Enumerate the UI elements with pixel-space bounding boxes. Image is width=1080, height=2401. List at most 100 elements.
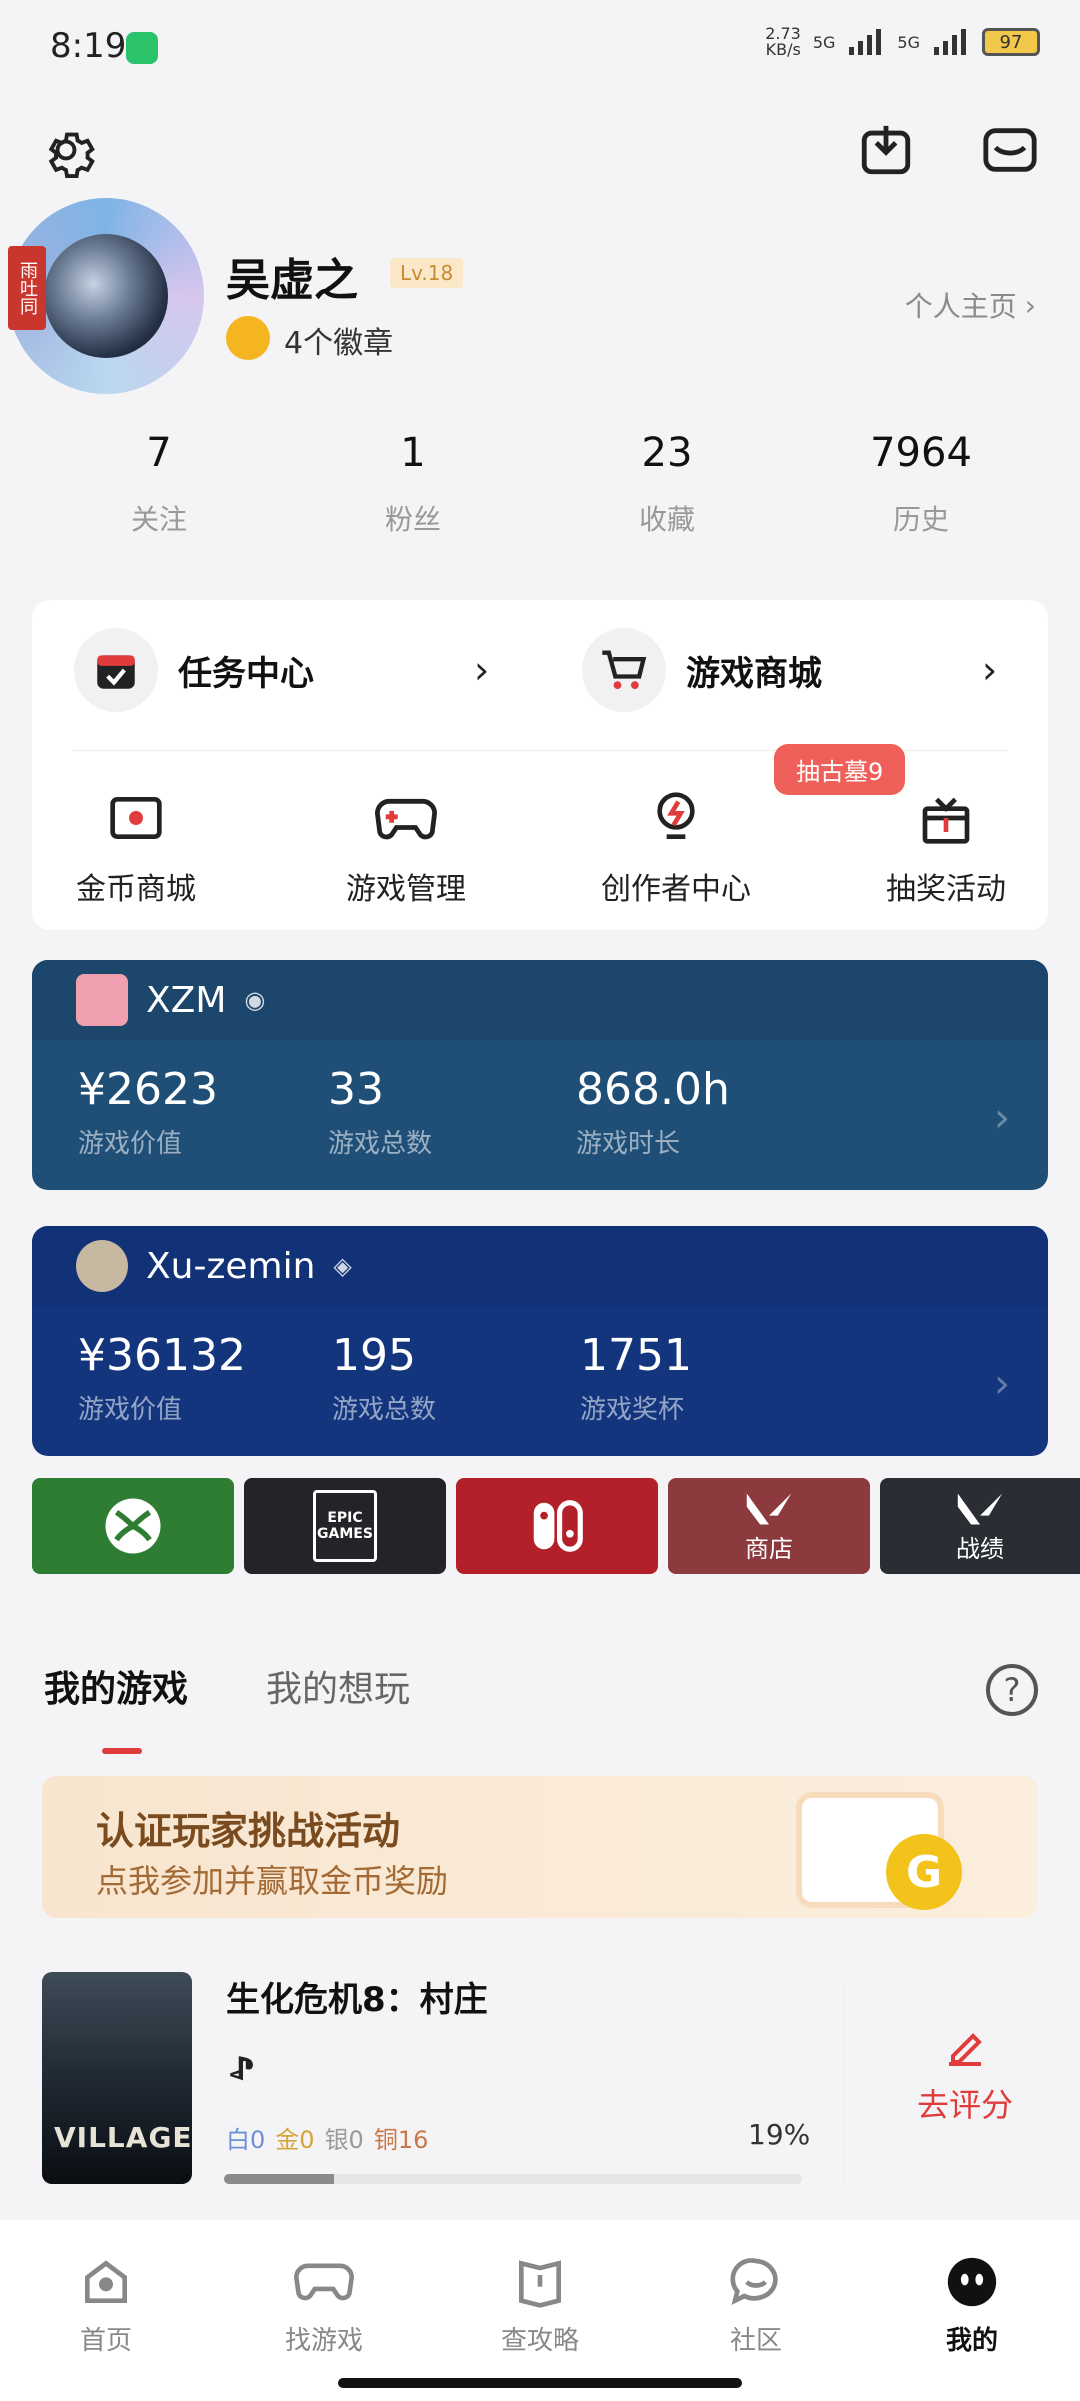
message-icon[interactable] <box>978 118 1042 182</box>
sim1-label: 5G <box>812 32 836 52</box>
clock: 8:19 <box>50 26 127 66</box>
psn-card-body: ¥36132 游戏价值 195 游戏总数 1751 游戏奖杯 › <box>32 1306 1048 1456</box>
challenge-banner[interactable]: 认证玩家挑战活动 点我参加并赢取金币奖励 G <box>42 1776 1038 1918</box>
creator-center-button[interactable]: 创作者中心 <box>586 786 766 908</box>
sim2-label: 5G <box>897 32 920 52</box>
game-manage-button[interactable]: 游戏管理 <box>316 786 496 908</box>
steam-avatar <box>76 974 128 1026</box>
game-mall-entry[interactable]: 游戏商城 › <box>582 628 997 712</box>
steam-card-header: XZM ◉ <box>32 960 1048 1040</box>
coin-shop-button[interactable]: 金币商城 <box>46 786 226 908</box>
stat-follow[interactable]: 7 关注 <box>74 430 244 538</box>
nav-home[interactable]: 首页 <box>36 2250 176 2357</box>
chevron-right-icon: › <box>1024 288 1036 322</box>
nav-label: 首页 <box>79 2326 132 2356</box>
nav-me[interactable]: 我的 <box>902 2250 1042 2357</box>
nav-community[interactable]: 社区 <box>686 2250 826 2357</box>
steam-account-name: XZM <box>146 979 227 1021</box>
coin-icon: G <box>886 1834 962 1910</box>
stat-favorites[interactable]: 23 收藏 <box>582 430 752 538</box>
gamepad-icon <box>316 786 496 850</box>
game-cover[interactable]: VILLAGE <box>42 1972 192 2184</box>
psn-card[interactable]: Xu-zemin ◈ ¥36132 游戏价值 195 游戏总数 1751 游戏奖… <box>32 1226 1048 1456</box>
badges-count[interactable]: 4个徽章 <box>284 318 393 362</box>
calendar-icon <box>74 628 158 712</box>
steam-icon: ◉ <box>244 986 266 1014</box>
nav-guide[interactable]: 查攻略 <box>470 2250 610 2357</box>
valorant-icon <box>746 1492 792 1525</box>
nav-label: 我的 <box>945 2326 998 2356</box>
cart-icon <box>582 628 666 712</box>
tab-indicator <box>102 1748 142 1754</box>
valorant-record-tile[interactable]: 战绩 <box>880 1478 1080 1574</box>
xbox-tile[interactable] <box>32 1478 234 1574</box>
progress-percent: 19% <box>748 2118 811 2151</box>
cover-text: VILLAGE <box>54 2121 192 2154</box>
tab-my-games[interactable]: 我的游戏 <box>44 1660 188 1712</box>
settings-gear-icon[interactable] <box>34 118 98 182</box>
chevron-right-icon: › <box>474 648 490 692</box>
level-badge: Lv.18 <box>390 258 464 288</box>
homepage-link[interactable]: 个人主页 › <box>905 285 1036 325</box>
steam-stat: 33 游戏总数 <box>328 1064 433 1159</box>
banner-title: 认证玩家挑战活动 <box>96 1809 401 1853</box>
psn-stat: ¥36132 游戏价值 <box>78 1330 246 1425</box>
chevron-right-icon: › <box>994 1095 1010 1141</box>
lottery-button[interactable]: 抽奖活动 <box>856 786 1036 908</box>
stat-history[interactable]: 7964 历史 <box>836 430 1006 538</box>
home-indicator <box>338 2378 742 2388</box>
signal-icon-2 <box>934 29 966 55</box>
trophy-counts: 白0 金0 银0 铜16 <box>226 2120 428 2155</box>
stat-label: 关注 <box>130 503 187 536</box>
valorant-icon <box>957 1492 1003 1525</box>
valorant-shop-tile[interactable]: 商店 <box>668 1478 870 1574</box>
bulb-icon <box>586 786 766 850</box>
me-icon <box>902 2250 1042 2314</box>
help-icon[interactable]: ? <box>986 1664 1038 1716</box>
tool-label: 游戏管理 <box>346 872 466 907</box>
steam-card-body: ¥2623 游戏价值 33 游戏总数 868.0h 游戏时长 › <box>32 1040 1048 1190</box>
nav-label: 社区 <box>729 2326 782 2356</box>
nav-label: 查攻略 <box>500 2326 579 2356</box>
trophy-bronze: 铜16 <box>373 2126 429 2154</box>
medal-icon <box>226 316 270 360</box>
avatar[interactable] <box>44 234 168 358</box>
divider <box>844 1984 845 2184</box>
status-indicators: 2.73 KB/s 5G 5G 97 <box>765 26 1040 58</box>
lottery-bubble[interactable]: 抽古墓9 <box>774 744 906 795</box>
battery-icon: 97 <box>982 28 1040 56</box>
download-icon[interactable] <box>854 118 918 182</box>
stat-value: 1 <box>400 430 426 476</box>
trophy-silver: 银0 <box>324 2126 364 2154</box>
game-title[interactable]: 生化危机8：村庄 <box>226 1972 488 2021</box>
nav-find-game[interactable]: 找游戏 <box>254 2250 394 2357</box>
chevron-right-icon: › <box>982 648 998 692</box>
banner-subtitle: 点我参加并赢取金币奖励 <box>96 1862 449 1900</box>
psn-card-header: Xu-zemin ◈ <box>32 1226 1048 1306</box>
rate-label: 去评分 <box>916 2086 1013 2124</box>
stat-fans[interactable]: 1 粉丝 <box>328 430 498 538</box>
steam-stat: ¥2623 游戏价值 <box>78 1064 218 1159</box>
gift-icon <box>856 786 1036 850</box>
switch-tile[interactable] <box>456 1478 658 1574</box>
shield-icon <box>126 32 158 64</box>
find-game-icon <box>254 2250 394 2314</box>
task-center-entry[interactable]: 任务中心 › <box>74 628 489 712</box>
psn-stat: 195 游戏总数 <box>332 1330 437 1425</box>
epic-tile[interactable]: EPIC GAMES <box>244 1478 446 1574</box>
game-tabs: 我的游戏 我的想玩 <box>44 1660 410 1712</box>
tool-label: 抽奖活动 <box>886 872 1006 907</box>
signal-icon <box>849 29 882 55</box>
nav-label: 找游戏 <box>284 2326 363 2356</box>
stat-value: 7964 <box>870 430 972 476</box>
tab-wishlist[interactable]: 我的想玩 <box>266 1660 410 1712</box>
status-bar: 8:19 2.73 KB/s 5G 5G 97 <box>0 0 1080 100</box>
stat-label: 历史 <box>892 503 949 536</box>
steam-card[interactable]: XZM ◉ ¥2623 游戏价值 33 游戏总数 868.0h 游戏时长 › <box>32 960 1048 1190</box>
chevron-right-icon: › <box>994 1361 1010 1407</box>
tile-label: 战绩 <box>956 1534 1004 1563</box>
epic-games-icon: EPIC GAMES <box>313 1490 377 1562</box>
rate-button[interactable]: 去评分 <box>900 2024 1030 2126</box>
avatar-badge: 雨吐同 <box>8 246 46 330</box>
switch-icon <box>533 1500 583 1552</box>
